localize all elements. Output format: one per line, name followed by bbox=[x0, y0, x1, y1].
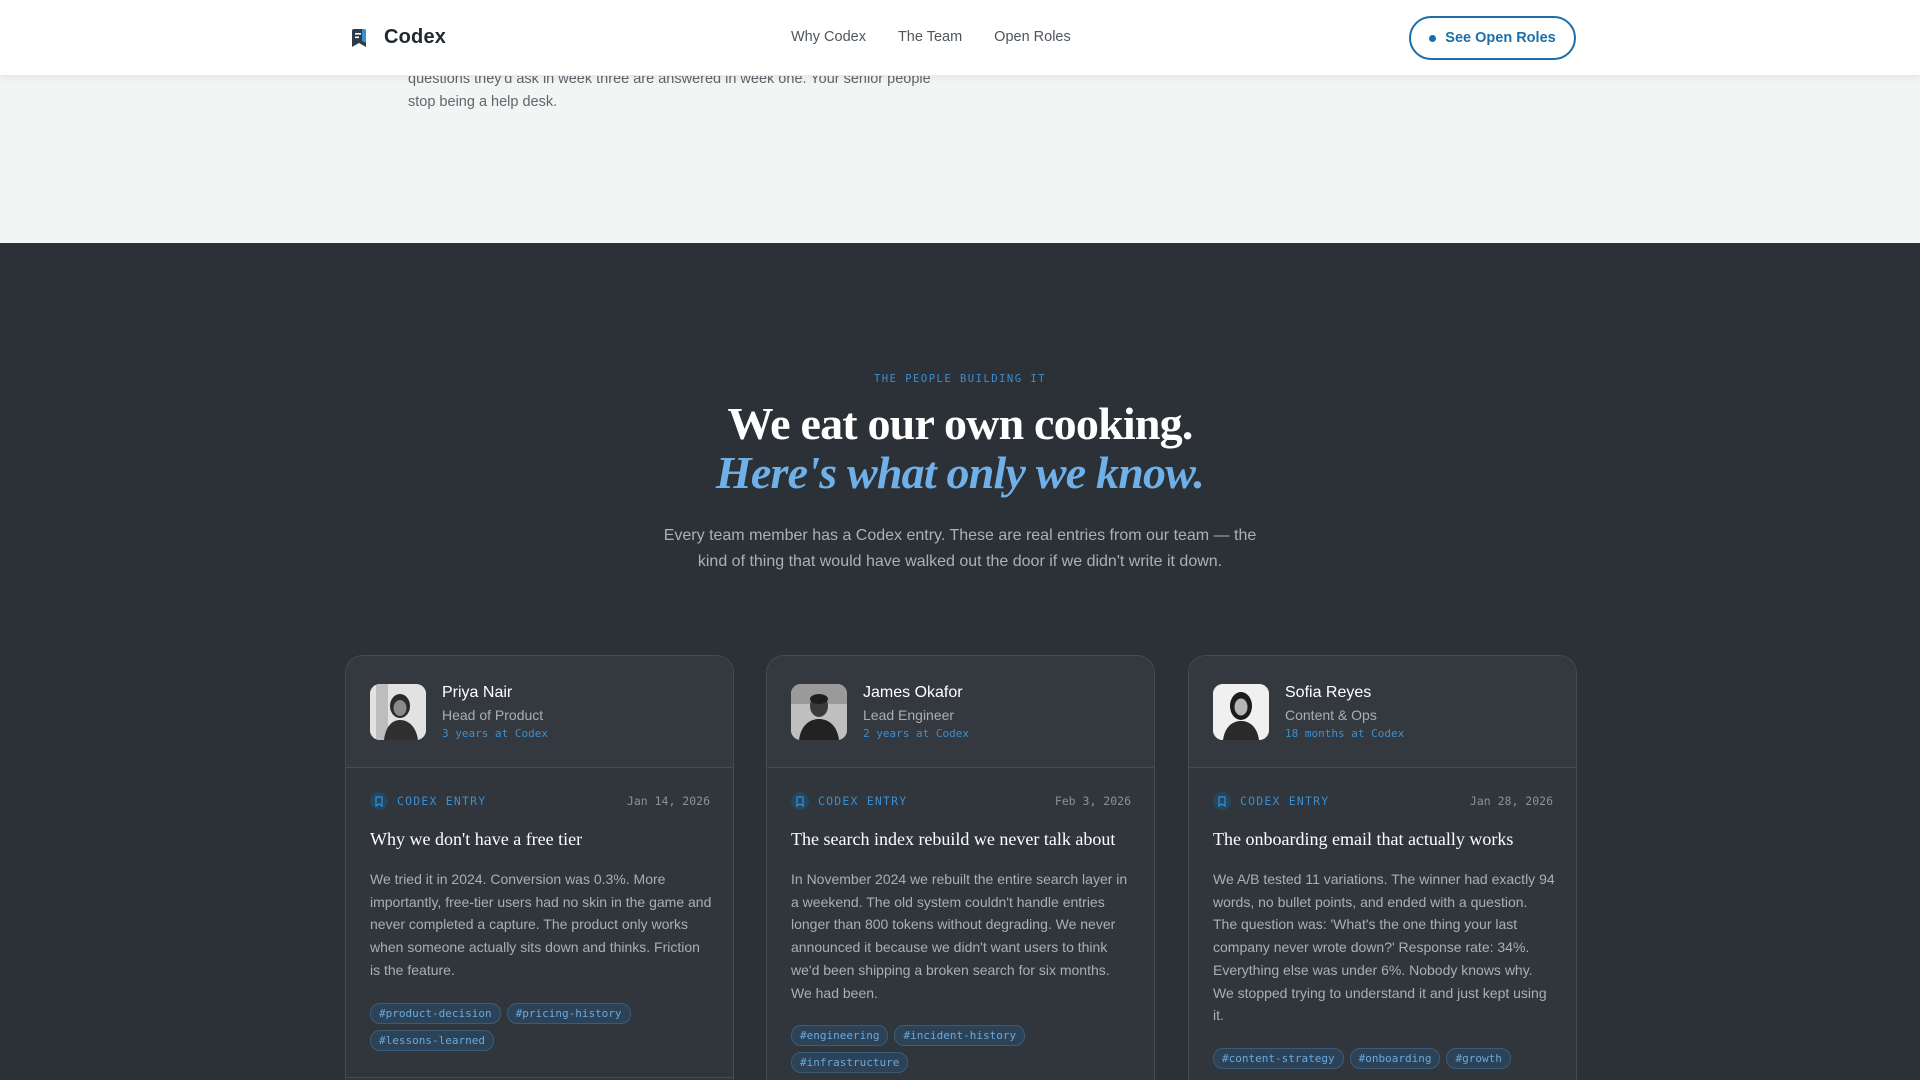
avatar bbox=[1213, 684, 1269, 740]
tag[interactable]: #growth bbox=[1446, 1048, 1511, 1069]
logo-text: Codex bbox=[384, 26, 447, 48]
nav-open-roles[interactable]: Open Roles bbox=[994, 29, 1071, 45]
tag[interactable]: #incident-history bbox=[894, 1025, 1026, 1046]
section-headline: We eat our own cooking. bbox=[727, 398, 1193, 449]
tag[interactable]: #pricing-history bbox=[506, 1003, 631, 1024]
main-nav: Why Codex The Team Open Roles bbox=[791, 29, 1103, 45]
person-name: James Okafor bbox=[863, 684, 963, 701]
entry-date: Jan 14, 2026 bbox=[626, 794, 710, 808]
see-open-roles-label: See Open Roles bbox=[1445, 30, 1556, 46]
card-header: Priya Nair Head of Product 3 years at Co… bbox=[346, 656, 733, 768]
entry-body: In November 2024 we rebuilt the entire s… bbox=[791, 871, 1128, 1001]
entry-meta: CODEX ENTRY Jan 28, 2026 bbox=[1213, 791, 1553, 811]
entry-label: CODEX ENTRY bbox=[818, 794, 908, 808]
entry-body: We tried it in 2024. Conversion was 0.3%… bbox=[370, 871, 712, 978]
person-role: Content & Ops bbox=[1285, 707, 1377, 723]
card-divider bbox=[346, 1077, 733, 1078]
tag[interactable]: #onboarding bbox=[1349, 1048, 1441, 1069]
codex-entry-icon bbox=[1213, 792, 1231, 810]
team-card-sofia: Sofia Reyes Content & Ops 18 months at C… bbox=[1188, 655, 1577, 1080]
entry-meta: CODEX ENTRY Jan 14, 2026 bbox=[370, 791, 710, 811]
avatar bbox=[370, 684, 426, 740]
tag-list: #product-decision #pricing-history #less… bbox=[370, 1003, 710, 1051]
entry-title: The search index rebuild we never talk a… bbox=[791, 829, 1116, 849]
person-tenure: 2 years at Codex bbox=[863, 727, 969, 740]
team-card-priya: Priya Nair Head of Product 3 years at Co… bbox=[345, 655, 734, 1080]
entry-body: We A/B tested 11 variations. The winner … bbox=[1213, 871, 1555, 1024]
codex-entry-icon bbox=[791, 792, 809, 810]
person-role: Lead Engineer bbox=[863, 707, 955, 723]
entry-date: Jan 28, 2026 bbox=[1469, 794, 1553, 808]
team-card-james: James Okafor Lead Engineer 2 years at Co… bbox=[766, 655, 1155, 1080]
card-header: James Okafor Lead Engineer 2 years at Co… bbox=[767, 656, 1154, 768]
entry-title: The onboarding email that actually works bbox=[1213, 829, 1514, 849]
site-header: Codex Why Codex The Team Open Roles See … bbox=[0, 0, 1920, 76]
nav-why-codex[interactable]: Why Codex bbox=[791, 29, 866, 45]
dot-icon bbox=[1429, 34, 1437, 42]
person-name: Priya Nair bbox=[442, 684, 513, 701]
codex-entry-icon bbox=[370, 792, 388, 810]
tag[interactable]: #product-decision bbox=[370, 1003, 501, 1024]
person-role: Head of Product bbox=[442, 707, 544, 723]
tag-list: #content-strategy #onboarding #growth bbox=[1213, 1048, 1553, 1069]
tag[interactable]: #lessons-learned bbox=[370, 1030, 494, 1051]
person-name: Sofia Reyes bbox=[1285, 684, 1372, 701]
person-tenure: 3 years at Codex bbox=[442, 727, 548, 740]
bookmark-logo-icon bbox=[352, 28, 366, 47]
see-open-roles-button[interactable]: See Open Roles bbox=[1409, 16, 1576, 60]
logo[interactable]: Codex bbox=[350, 26, 446, 49]
avatar bbox=[791, 684, 847, 740]
tag[interactable]: #content-strategy bbox=[1213, 1048, 1344, 1069]
card-header: Sofia Reyes Content & Ops 18 months at C… bbox=[1189, 656, 1576, 768]
section-headline-accent: Here's what only we know. bbox=[715, 447, 1205, 498]
tag-list: #engineering #incident-history #infrastr… bbox=[791, 1025, 1131, 1073]
nav-the-team[interactable]: The Team bbox=[898, 29, 962, 45]
section-intro: Every team member has a Codex entry. The… bbox=[663, 527, 1257, 570]
entry-date: Feb 3, 2026 bbox=[1054, 794, 1131, 808]
section-eyebrow: THE PEOPLE BUILDING IT bbox=[873, 373, 1047, 385]
entry-label: CODEX ENTRY bbox=[397, 794, 487, 808]
entry-title: Why we don't have a free tier bbox=[370, 829, 583, 849]
entry-label: CODEX ENTRY bbox=[1240, 794, 1330, 808]
person-tenure: 18 months at Codex bbox=[1285, 727, 1405, 740]
tag[interactable]: #engineering bbox=[791, 1025, 889, 1046]
tag[interactable]: #infrastructure bbox=[791, 1052, 909, 1073]
entry-meta: CODEX ENTRY Feb 3, 2026 bbox=[791, 791, 1131, 811]
